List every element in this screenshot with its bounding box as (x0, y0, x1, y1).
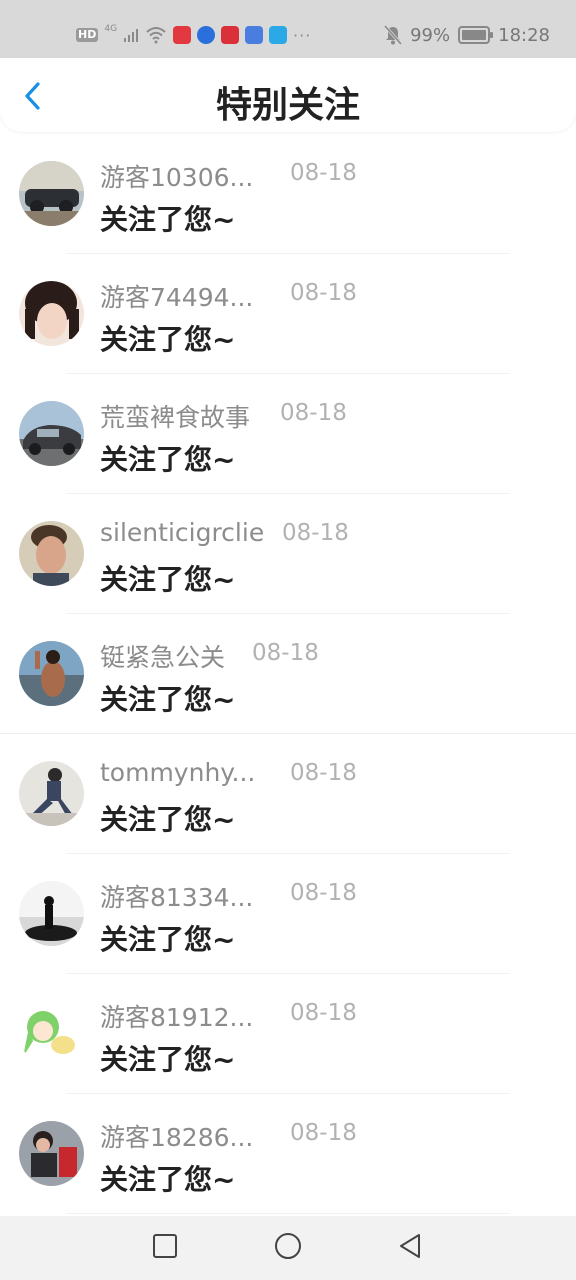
avatar[interactable] (19, 521, 84, 586)
list-item[interactable]: 游客74494... 08-18 关注了您~ (0, 254, 576, 374)
follow-message: 关注了您~ (100, 923, 236, 956)
list-item[interactable]: silenticigrclie 08-18 关注了您~ (0, 494, 576, 614)
follow-date: 08-18 (290, 880, 357, 906)
clock: 18:28 (498, 24, 550, 46)
back-nav-button[interactable] (390, 1228, 430, 1268)
app-red-icon (173, 26, 192, 44)
username: silenticigrclie (100, 518, 265, 547)
avatar[interactable] (19, 641, 84, 706)
follow-message: 关注了您~ (100, 683, 236, 716)
list-item[interactable]: 荒蛮裨食故事 08-18 关注了您~ (0, 374, 576, 494)
bell-off-icon (384, 25, 403, 45)
username: 荒蛮裨食故事 (100, 403, 251, 432)
app-red2-icon (221, 26, 240, 44)
follow-date: 08-18 (290, 160, 357, 186)
status-left: HD 4G ··· (76, 22, 311, 48)
app-blue-icon (197, 26, 216, 44)
top-bar: 特别关注 (0, 58, 576, 132)
status-bar: HD 4G ··· 99% 18:28 (0, 0, 576, 58)
avatar[interactable] (19, 281, 84, 346)
recent-apps-button[interactable] (145, 1228, 185, 1268)
search-app-icon (269, 26, 288, 44)
follow-date: 08-18 (290, 1000, 357, 1026)
follow-date: 08-18 (290, 1120, 357, 1146)
username: 游客74494... (100, 283, 254, 312)
more-notifications-icon: ··· (293, 25, 312, 45)
list-item[interactable]: 游客81334... 08-18 关注了您~ (0, 854, 576, 974)
avatar[interactable] (19, 1121, 84, 1186)
follow-message: 关注了您~ (100, 323, 236, 356)
follow-date: 08-18 (252, 640, 319, 666)
battery-icon (458, 26, 494, 44)
network-type: 4G (104, 24, 118, 34)
username: 游客81334... (100, 883, 254, 912)
follow-list: 游客10306... 08-18 关注了您~ 游客74494... 08-18 … (0, 134, 576, 1214)
username: 游客81912... (100, 1003, 254, 1032)
follow-message: 关注了您~ (100, 563, 236, 596)
username: 游客10306... (100, 163, 254, 192)
signal-icon (123, 27, 139, 43)
username: 铤紧急公关 (100, 643, 226, 672)
circle-home-icon (274, 1232, 302, 1264)
list-item[interactable]: 铤紧急公关 08-18 关注了您~ (0, 614, 576, 734)
follow-message: 关注了您~ (100, 203, 236, 236)
follow-message: 关注了您~ (100, 443, 236, 476)
follow-date: 08-18 (282, 520, 349, 546)
follow-date: 08-18 (280, 400, 347, 426)
follow-date: 08-18 (290, 760, 357, 786)
avatar[interactable] (19, 881, 84, 946)
avatar[interactable] (19, 161, 84, 226)
avatar[interactable] (19, 401, 84, 466)
home-button[interactable] (268, 1228, 308, 1268)
follow-message: 关注了您~ (100, 1163, 236, 1196)
list-item[interactable]: 游客81912... 08-18 关注了您~ (0, 974, 576, 1094)
avatar[interactable] (19, 761, 84, 826)
hd-icon: HD (76, 28, 99, 42)
follow-date: 08-18 (290, 280, 357, 306)
status-right: 99% 18:28 (384, 22, 550, 48)
list-item[interactable]: tommynhy... 08-18 关注了您~ (0, 734, 576, 854)
avatar[interactable] (19, 1001, 84, 1066)
square-recent-icon (152, 1233, 178, 1263)
follow-message: 关注了您~ (100, 803, 236, 836)
battery-percent: 99% (410, 24, 451, 46)
list-item[interactable]: 游客10306... 08-18 关注了您~ (0, 134, 576, 254)
username: tommynhy... (100, 758, 256, 787)
username: 游客18286... (100, 1123, 254, 1152)
list-item[interactable]: 游客18286... 08-18 关注了您~ (0, 1094, 576, 1214)
triangle-back-icon (397, 1232, 423, 1264)
system-nav-bar (0, 1216, 576, 1280)
follow-message: 关注了您~ (100, 1043, 236, 1076)
page-title: 特别关注 (215, 85, 360, 126)
music-app-icon (245, 26, 264, 44)
wifi-icon (145, 26, 167, 44)
